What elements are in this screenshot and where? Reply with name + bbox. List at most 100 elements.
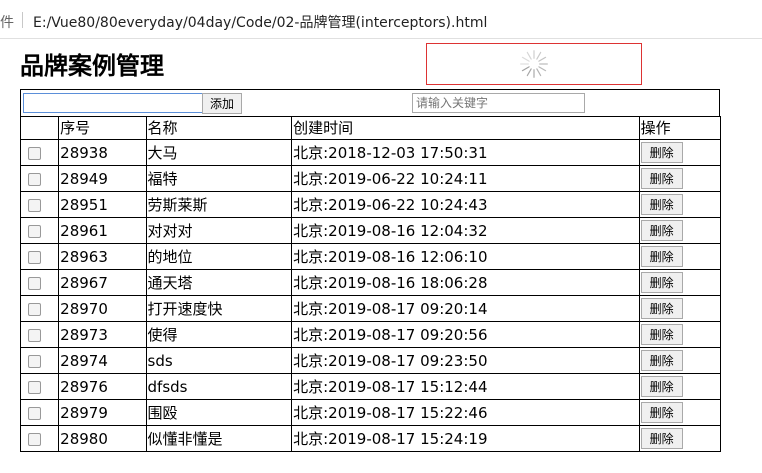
row-checkbox[interactable] (28, 354, 41, 368)
brand-name-input[interactable] (23, 93, 203, 113)
row-check-cell (19, 217, 60, 244)
row-name: 的地位 (145, 243, 293, 270)
row-name: 使得 (145, 321, 293, 348)
row-check-cell (19, 191, 60, 218)
delete-button[interactable]: 删除 (640, 323, 683, 345)
row-checkbox[interactable] (28, 380, 41, 394)
row-check-cell (19, 347, 60, 374)
row-name: 劳斯莱斯 (145, 191, 293, 218)
row-checkbox[interactable] (28, 328, 41, 342)
row-name: 福特 (145, 165, 293, 192)
row-time: 北京:2019-06-22 10:24:11 (291, 165, 640, 192)
table-row: 28976 dfsds 北京:2019-08-17 15:12:44 删除 (19, 373, 722, 400)
row-check-cell (19, 321, 60, 348)
row-checkbox[interactable] (28, 302, 41, 316)
row-name: 打开速度快 (145, 295, 293, 322)
row-name: dfsds (145, 373, 293, 400)
row-operation: 删除 (638, 399, 722, 426)
page-title: 品牌案例管理 (20, 52, 164, 80)
row-time: 北京:2019-06-22 10:24:43 (291, 191, 640, 218)
table-row: 28949 福特 北京:2019-06-22 10:24:11 删除 (19, 165, 722, 192)
delete-button[interactable]: 删除 (640, 193, 683, 215)
row-id: 28949 (58, 165, 147, 192)
row-operation: 删除 (638, 321, 722, 348)
row-id: 28974 (58, 347, 147, 374)
row-id: 28980 (58, 425, 147, 452)
address-separator (22, 12, 23, 28)
add-button[interactable]: 添加 (202, 93, 242, 114)
delete-button[interactable]: 删除 (640, 297, 683, 319)
delete-button[interactable]: 删除 (640, 271, 683, 293)
table-row: 28980 似懂非懂是 北京:2019-08-17 15:24:19 删除 (19, 425, 722, 452)
row-operation: 删除 (638, 425, 722, 452)
row-check-cell (19, 269, 60, 296)
table-row: 28967 通天塔 北京:2019-08-16 18:06:28 删除 (19, 269, 722, 296)
delete-button[interactable]: 删除 (640, 375, 683, 397)
row-name: 对对对 (145, 217, 293, 244)
row-operation: 删除 (638, 269, 722, 296)
row-name: 似懂非懂是 (145, 425, 293, 452)
delete-button[interactable]: 删除 (640, 349, 683, 371)
delete-button[interactable]: 删除 (640, 219, 683, 241)
spinner-spoke (535, 68, 542, 77)
row-time: 北京:2019-08-17 15:22:46 (291, 399, 640, 426)
row-operation: 删除 (638, 295, 722, 322)
table-row: 28979 围殴 北京:2019-08-17 15:22:46 删除 (19, 399, 722, 426)
spinner-spoke (538, 56, 547, 63)
spinner-spoke (533, 50, 535, 59)
search-input[interactable] (412, 93, 585, 113)
row-check-cell (19, 243, 60, 270)
row-checkbox[interactable] (28, 224, 41, 238)
row-id: 28967 (58, 269, 147, 296)
row-check-cell (19, 165, 60, 192)
table-row: 28963 的地位 北京:2019-08-16 12:06:10 删除 (19, 243, 722, 270)
delete-button[interactable]: 删除 (640, 141, 683, 163)
row-id: 28976 (58, 373, 147, 400)
table-row: 28974 sds 北京:2019-08-17 09:23:50 删除 (19, 347, 722, 374)
header-operation: 操作 (638, 116, 722, 140)
row-time: 北京:2019-08-17 09:20:14 (291, 295, 640, 322)
delete-button[interactable]: 删除 (640, 427, 683, 449)
row-time: 北京:2019-08-16 12:06:10 (291, 243, 640, 270)
row-name: sds (145, 347, 293, 374)
table-row: 28938 大马 北京:2018-12-03 17:50:31 删除 (19, 139, 722, 166)
row-operation: 删除 (638, 347, 722, 374)
row-checkbox[interactable] (28, 250, 41, 264)
row-operation: 删除 (638, 217, 722, 244)
row-checkbox[interactable] (28, 172, 41, 186)
brand-table: 序号 名称 创建时间 操作 28938 大马 北京:2018-12-03 17:50… (19, 116, 722, 452)
row-name: 围殴 (145, 399, 293, 426)
delete-button[interactable]: 删除 (640, 401, 683, 423)
row-time: 北京:2019-08-17 15:24:19 (291, 425, 640, 452)
row-time: 北京:2019-08-17 15:12:44 (291, 373, 640, 400)
delete-button[interactable]: 删除 (640, 245, 683, 267)
row-time: 北京:2019-08-16 18:06:28 (291, 269, 640, 296)
address-prefix: 件 (0, 15, 14, 31)
row-operation: 删除 (638, 165, 722, 192)
address-bar[interactable]: 件 E:/Vue80/80everyday/04day/Code/02-品牌管理… (0, 0, 762, 40)
row-time: 北京:2019-08-17 09:20:56 (291, 321, 640, 348)
spinner-spoke (538, 65, 547, 72)
row-check-cell (19, 399, 60, 426)
row-id: 28938 (58, 139, 147, 166)
row-id: 28951 (58, 191, 147, 218)
address-url[interactable]: E:/Vue80/80everyday/04day/Code/02-品牌管理(i… (33, 12, 487, 32)
delete-button[interactable]: 删除 (640, 167, 683, 189)
toolbar-panel: 添加 (20, 89, 720, 117)
row-operation: 删除 (638, 373, 722, 400)
header-id: 序号 (58, 116, 147, 140)
header-check (19, 116, 60, 140)
row-checkbox[interactable] (28, 276, 41, 290)
row-checkbox[interactable] (28, 432, 41, 446)
row-id: 28961 (58, 217, 147, 244)
row-time: 北京:2018-12-03 17:50:31 (291, 139, 640, 166)
row-check-cell (19, 139, 60, 166)
row-operation: 删除 (638, 139, 722, 166)
row-checkbox[interactable] (28, 198, 41, 212)
row-checkbox[interactable] (28, 406, 41, 420)
row-operation: 删除 (638, 243, 722, 270)
row-id: 28973 (58, 321, 147, 348)
row-checkbox[interactable] (28, 146, 41, 160)
loading-indicator (426, 43, 642, 85)
header-name: 名称 (145, 116, 293, 140)
